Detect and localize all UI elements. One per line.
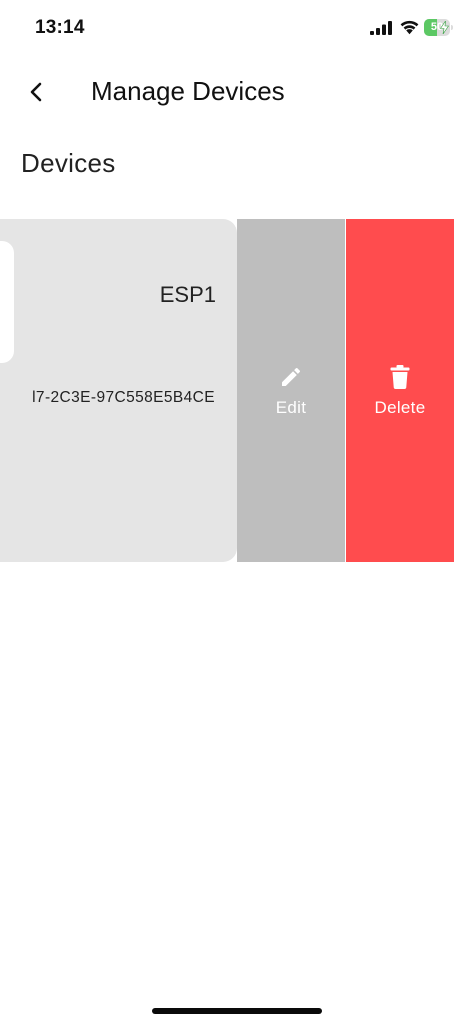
- battery-icon: 50: [424, 19, 454, 36]
- status-bar: 13:14 50: [0, 0, 474, 58]
- section-title: Devices: [21, 148, 116, 178]
- status-time: 13:14: [35, 17, 85, 38]
- edit-button[interactable]: Edit: [237, 219, 345, 562]
- signal-icon: [370, 21, 392, 35]
- wifi-icon: [400, 20, 419, 35]
- device-image: [0, 241, 14, 363]
- delete-label: Delete: [374, 397, 426, 417]
- delete-button[interactable]: Delete: [346, 219, 454, 562]
- trash-icon: [390, 364, 410, 389]
- device-id: l7-2C3E-97C558E5B4CE: [32, 389, 215, 406]
- pencil-icon: [282, 367, 301, 386]
- charging-bolt-icon: [440, 21, 449, 34]
- device-card[interactable]: ESP1 l7-2C3E-97C558E5B4CE: [0, 219, 237, 562]
- home-indicator[interactable]: [152, 1008, 322, 1014]
- edit-label: Edit: [275, 397, 307, 417]
- device-name: ESP1: [159, 282, 216, 307]
- device-row[interactable]: ESP1 l7-2C3E-97C558E5B4CE Edit Delete: [0, 219, 454, 562]
- page-title: Manage Devices: [91, 76, 285, 106]
- chevron-left-icon: [30, 82, 42, 102]
- manage-devices-screen: 13:14 50 Manage Devices Devices ESP1 l7-…: [0, 0, 474, 1026]
- back-button[interactable]: [18, 72, 54, 112]
